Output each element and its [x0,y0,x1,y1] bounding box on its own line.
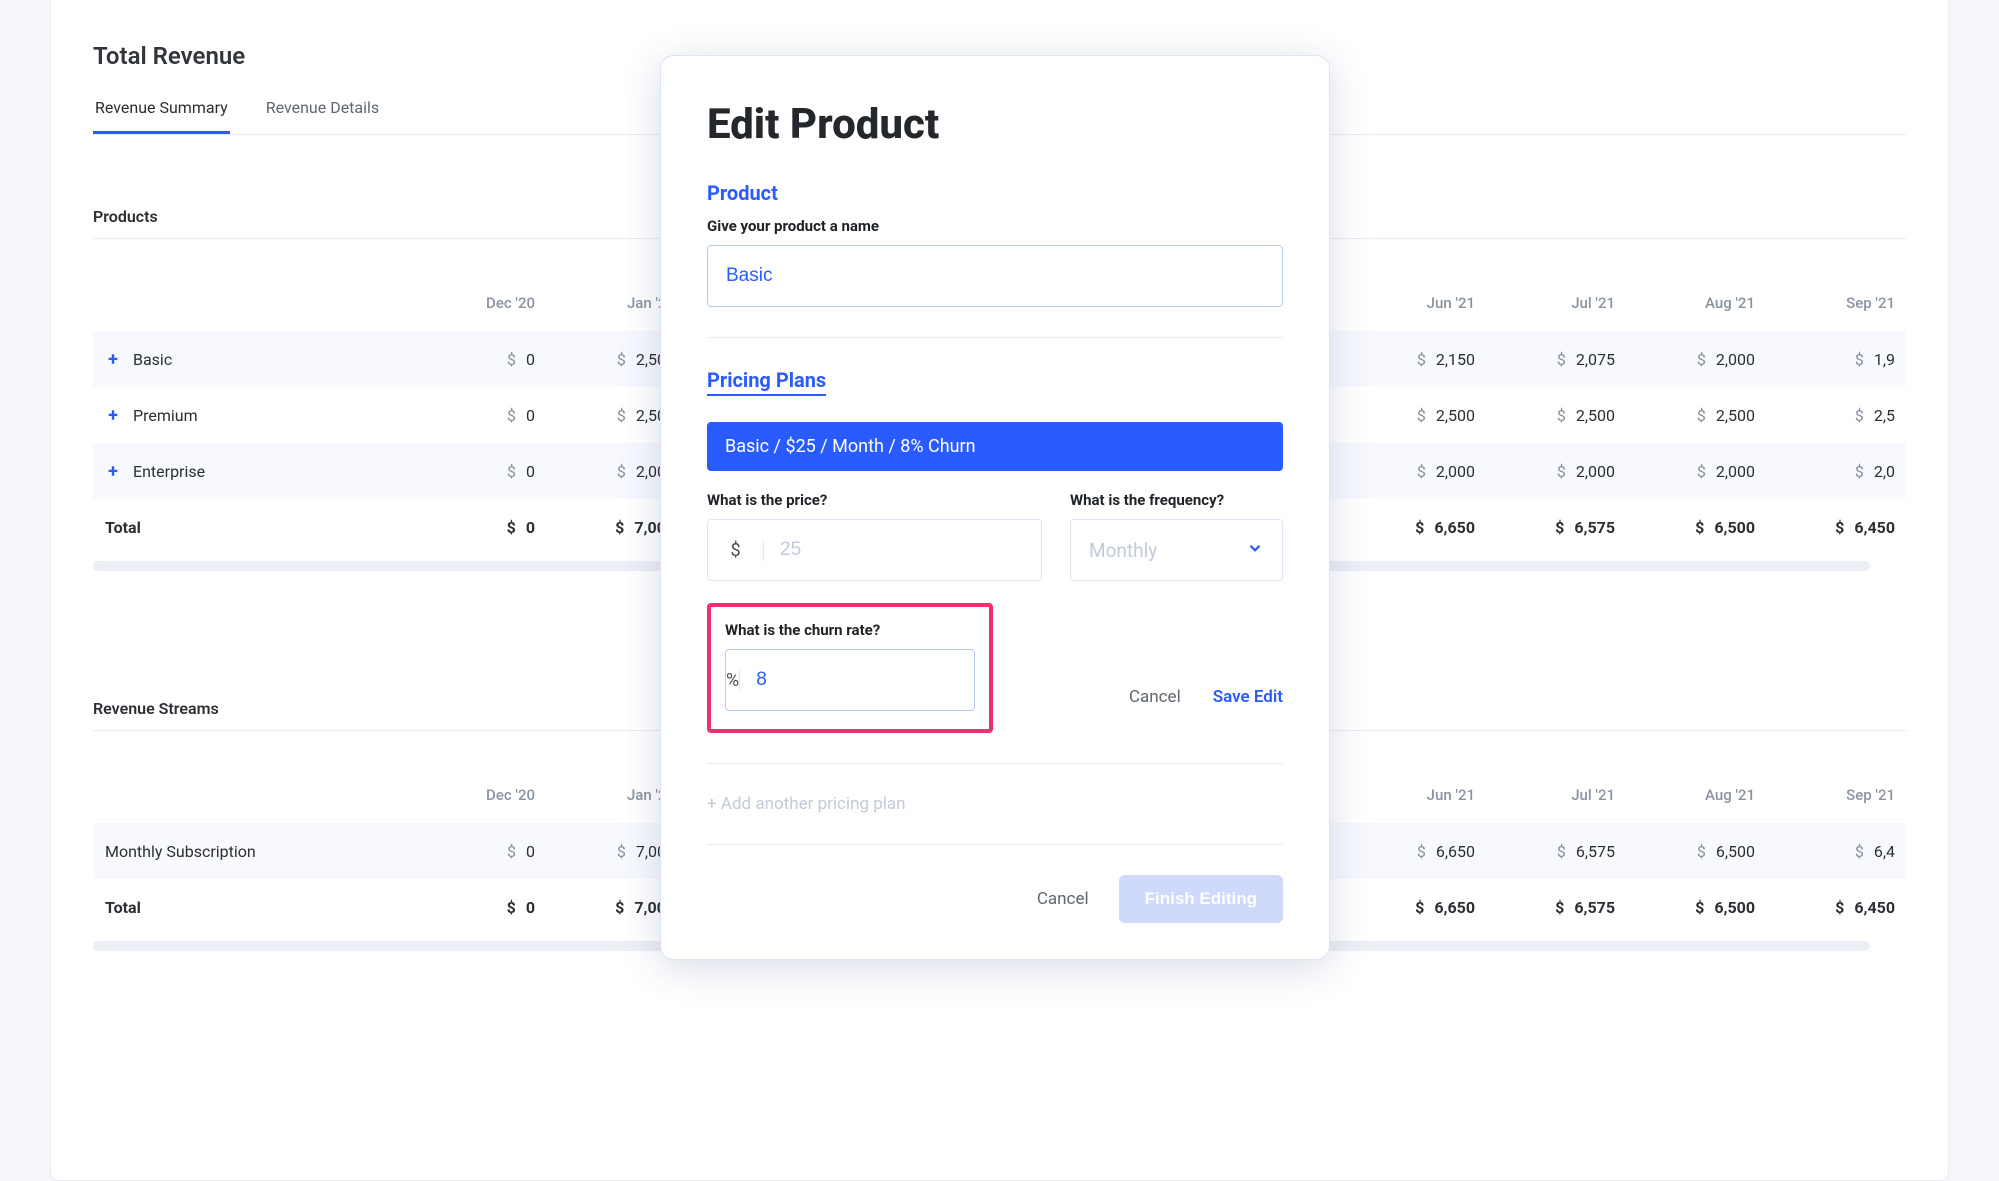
modal-cancel-button[interactable]: Cancel [1037,889,1089,909]
price-input[interactable] [764,520,1041,580]
price-input-group: $ [707,519,1042,581]
plan-save-link[interactable]: Save Edit [1213,687,1283,707]
divider [707,763,1283,764]
churn-highlight: What is the churn rate? % [707,603,993,733]
pricing-plan-summary[interactable]: Basic / $25 / Month / 8% Churn [707,422,1283,471]
product-name-input[interactable] [707,245,1283,307]
frequency-value: Monthly [1089,539,1157,562]
churn-label: What is the churn rate? [725,621,975,639]
section-pricing: Pricing Plans [707,368,826,396]
plus-icon[interactable]: + [105,463,121,479]
cell-value: 2,000 [1716,350,1755,369]
modal-title: Edit Product [707,100,1283,149]
col-header: Sep '21 [1773,294,1906,312]
frequency-label: What is the frequency? [1070,491,1283,509]
cell-value: 2,075 [1576,350,1615,369]
cell-value: 1,9 [1874,350,1895,369]
finish-editing-button[interactable]: Finish Editing [1119,875,1283,923]
divider [707,844,1283,845]
col-header: Jun '21 [1353,294,1493,312]
cell-value: 0 [526,350,535,369]
col-header: Jul '21 [1493,294,1633,312]
churn-input[interactable] [740,650,975,710]
col-header: Dec '20 [413,294,553,312]
row-label: Basic [133,350,172,369]
plan-cancel-link[interactable]: Cancel [1129,687,1181,707]
section-product: Product [707,181,1283,205]
tab-revenue-details[interactable]: Revenue Details [264,98,381,134]
percent-prefix: % [726,670,740,691]
currency: $ [507,350,516,369]
cell-value: 2,150 [1436,350,1475,369]
plus-icon[interactable]: + [105,407,121,423]
edit-product-modal: Edit Product Product Give your product a… [660,55,1330,960]
divider [707,337,1283,338]
churn-input-group: % [725,649,975,711]
row-label: Premium [133,406,198,425]
chevron-down-icon [1246,539,1264,562]
currency-prefix: $ [708,540,764,561]
frequency-select[interactable]: Monthly [1070,519,1283,581]
add-pricing-plan[interactable]: + Add another pricing plan [707,794,1283,814]
name-field-label: Give your product a name [707,217,1283,235]
price-label: What is the price? [707,491,1042,509]
row-label: Enterprise [133,462,205,481]
row-label: Monthly Subscription [105,842,256,861]
total-label: Total [93,518,413,537]
col-header: Aug '21 [1633,294,1773,312]
tab-revenue-summary[interactable]: Revenue Summary [93,98,230,134]
plus-icon[interactable]: + [105,351,121,367]
